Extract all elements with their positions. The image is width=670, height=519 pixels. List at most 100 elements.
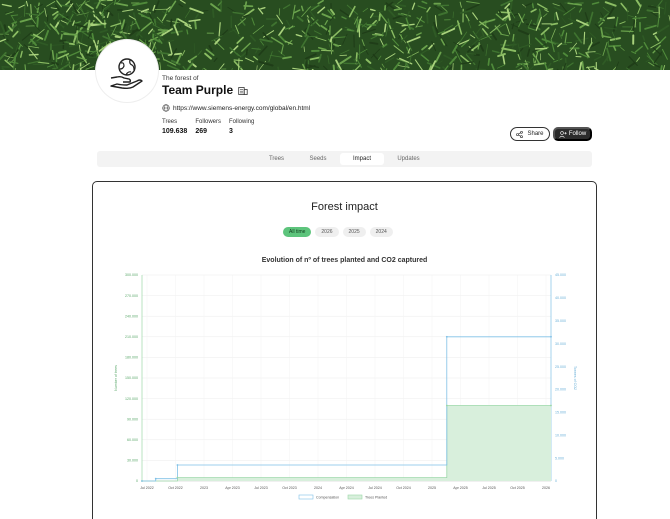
tab-updates[interactable]: Updates	[386, 153, 431, 165]
banner-foliage-stroke	[63, 32, 78, 36]
y-right-tick-label: 5.000	[555, 456, 564, 460]
banner-foliage-stroke	[426, 13, 429, 24]
stat-value: 109.638	[162, 128, 188, 135]
legend-trees-planted-swatch	[347, 494, 363, 500]
share-button-label: Share	[527, 131, 544, 137]
stat-followers[interactable]: Followers 269	[195, 119, 221, 135]
chart-legend: Compensation Trees Planted	[298, 494, 387, 500]
website-link-row[interactable]: https://www.siemens-energy.com/global/en…	[162, 104, 310, 112]
legend-trees-planted-label: Trees Planted	[365, 495, 387, 499]
x-tick-label: Apr 2023	[225, 486, 240, 490]
banner-foliage-stroke	[154, 8, 169, 10]
x-tick-label: Oct 2022	[168, 486, 183, 490]
x-tick-label: 2026	[542, 486, 550, 490]
legend-compensation-swatch	[298, 494, 314, 500]
banner-foliage-stroke	[303, 46, 305, 52]
y-left-tick-label: 210.000	[125, 335, 138, 339]
y-right-tick-label: 15.000	[555, 411, 566, 415]
banner-foliage-stroke	[36, 17, 39, 28]
impact-chart: 0 30.000 60.000 90.000 120.000 150.000 180.000…	[114, 273, 577, 500]
tab-impact[interactable]: Impact	[340, 153, 384, 165]
stat-value: 269	[195, 128, 207, 135]
legend-compensation-label: Compensation	[316, 495, 339, 499]
compensation-point	[445, 335, 448, 338]
banner-foliage-stroke	[500, 44, 511, 47]
banner-foliage-stroke	[583, 31, 586, 45]
y-right-axis-label: Tonnes of CO2	[573, 366, 577, 390]
share-button[interactable]: Share	[510, 127, 550, 141]
banner-foliage-stroke	[647, 5, 657, 8]
share-icon	[516, 130, 524, 138]
banner-foliage-stroke	[60, 33, 63, 40]
banner-foliage-stroke	[332, 64, 336, 70]
banner-foliage-stroke	[509, 0, 513, 11]
banner-foliage-stroke	[509, 43, 517, 47]
y-right-tick-label: 35.000	[555, 319, 566, 323]
tab-trees[interactable]: Trees	[257, 153, 296, 165]
add-user-icon	[559, 130, 567, 138]
website-link[interactable]: https://www.siemens-energy.com/global/en…	[173, 105, 310, 112]
banner-foliage-stroke	[68, 42, 75, 46]
y-right-tick-label: 20.000	[555, 388, 566, 392]
y-left-tick-label: 90.000	[127, 417, 138, 421]
earth-in-hand-icon	[110, 58, 143, 90]
x-tick-label: Apr 2024	[339, 486, 354, 490]
y-right-tick-label: 30.000	[555, 342, 566, 346]
banner-foliage-stroke	[487, 57, 491, 66]
x-tick-label: Jul 2025	[482, 486, 496, 490]
compensation-point	[550, 335, 552, 338]
banner-foliage-stroke	[606, 16, 616, 20]
banner-foliage-stroke	[547, 68, 554, 70]
y-left-tick-label: 240.000	[125, 314, 138, 318]
compensation-point	[154, 477, 157, 480]
y-left-tick-label: 180.000	[125, 356, 138, 360]
banner-foliage-stroke	[557, 51, 561, 62]
trees-planted-point	[550, 404, 552, 407]
banner-foliage-stroke	[534, 47, 548, 50]
y-left-tick-label: 120.000	[125, 397, 138, 401]
stat-label: Trees	[162, 119, 178, 125]
banner-foliage-stroke	[531, 2, 535, 9]
profile-stats: Trees 109.638 Followers 269 Following 3	[162, 119, 254, 135]
x-tick-label: Jul 2024	[368, 486, 382, 490]
compensation-point	[141, 480, 143, 482]
y-left-tick-label: 270.000	[125, 294, 138, 298]
follow-button[interactable]: Follow	[553, 127, 592, 141]
x-tick-label: Jul 2023	[254, 486, 268, 490]
stat-label: Followers	[195, 119, 221, 125]
banner-foliage-stroke	[212, 8, 215, 18]
banner-foliage-stroke	[194, 19, 197, 30]
banner-foliage-stroke	[101, 12, 105, 19]
y-right-tick-label: 0	[555, 479, 557, 483]
profile-tabs: Trees Seeds Impact Updates	[97, 151, 592, 167]
x-tick-label: Oct 2023	[282, 486, 297, 490]
y-left-tick-label: 60.000	[127, 438, 138, 442]
banner-foliage-stroke	[233, 59, 244, 62]
building-icon	[238, 86, 248, 95]
banner-foliage-stroke	[512, 33, 515, 42]
banner-foliage-stroke	[646, 9, 654, 13]
x-tick-label: 2024	[314, 486, 322, 490]
banner-foliage-stroke	[63, 40, 70, 44]
banner-foliage-stroke	[278, 8, 281, 16]
x-tick-label: 2025	[428, 486, 436, 490]
y-right-tick-label: 25.000	[555, 365, 566, 369]
tab-seeds[interactable]: Seeds	[298, 153, 338, 165]
stat-trees: Trees 109.638	[162, 119, 187, 135]
stat-value: 3	[229, 128, 233, 135]
y-right-tick-label: 40.000	[555, 296, 566, 300]
x-tick-label: Apr 2025	[453, 486, 468, 490]
y-left-axis-label: Number of trees	[114, 365, 118, 391]
x-tick-label: Jul 2022	[140, 486, 154, 490]
globe-icon	[162, 104, 170, 112]
banner-foliage-stroke	[632, 19, 636, 30]
banner-foliage-stroke	[383, 23, 387, 33]
stat-label: Following	[229, 119, 255, 125]
stat-following[interactable]: Following 3	[229, 119, 254, 135]
page-title: Team Purple	[162, 83, 234, 97]
banner-foliage-stroke	[59, 39, 67, 42]
compensation-point	[176, 464, 179, 466]
trees-planted-point	[445, 404, 448, 407]
x-tick-label: 2023	[200, 486, 208, 490]
banner-foliage-stroke	[550, 22, 559, 26]
